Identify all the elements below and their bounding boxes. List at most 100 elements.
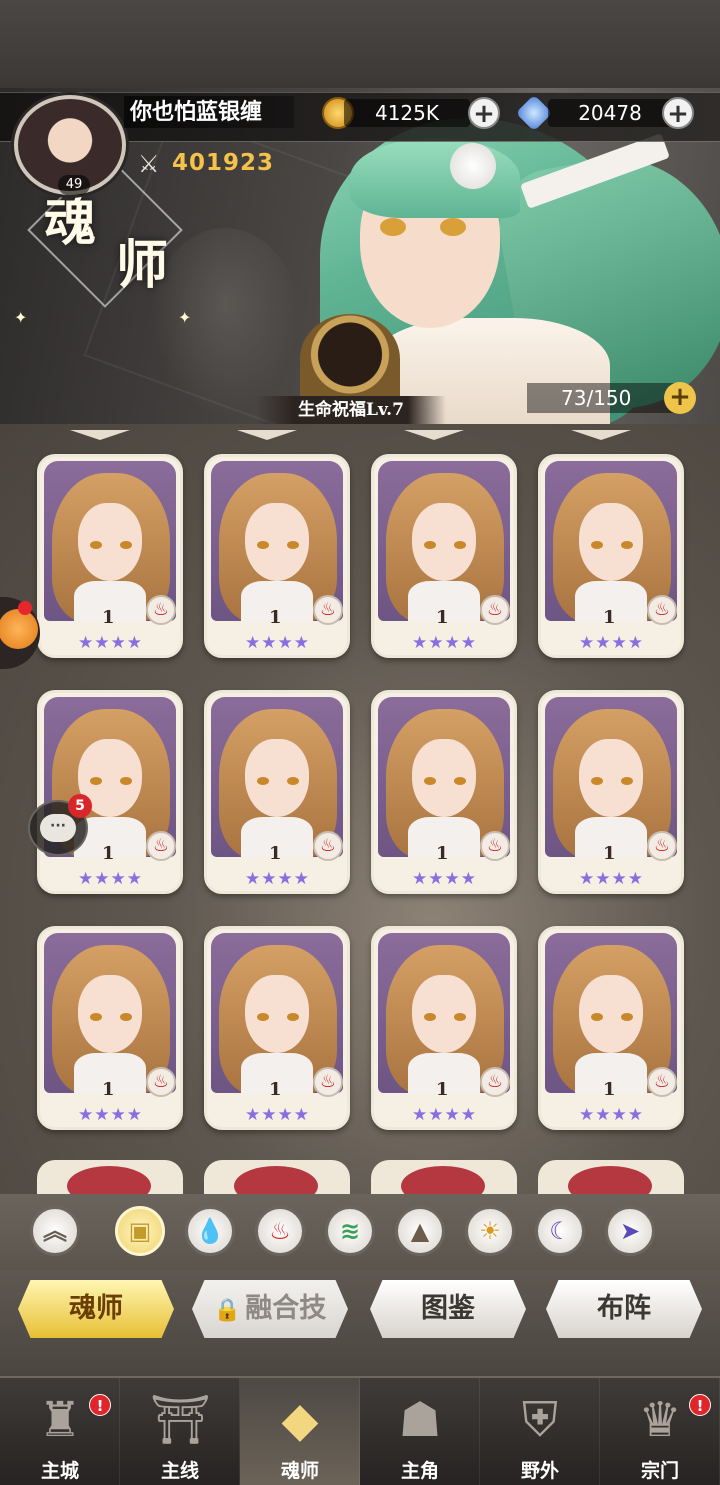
nav-label: 宗门	[640, 1460, 679, 1482]
status-bar-area	[0, 0, 720, 88]
castle-icon: ♜	[38, 1392, 82, 1448]
blessing-emblem[interactable]	[300, 314, 400, 404]
sun-icon[interactable]: ☀	[465, 1206, 515, 1256]
character-card[interactable]: 1 ♨ ★★★★	[538, 454, 684, 658]
chat-unread-badge: 5	[68, 794, 92, 818]
add-gems-button[interactable]: +	[662, 97, 694, 129]
star-rating: ★★★★	[579, 869, 644, 889]
player-name: 你也怕蓝银缠	[124, 96, 294, 128]
tab-fusion-skill[interactable]: 🔒 融合技	[192, 1280, 348, 1338]
fire-icon: ♨	[647, 1067, 677, 1097]
crossed-swords-icon: ⚔	[138, 150, 160, 178]
fire-icon: ♨	[313, 1067, 343, 1097]
gate-icon: ⛩	[150, 1392, 211, 1448]
notification-dot	[18, 601, 32, 615]
tab-label: 图鉴	[421, 1293, 475, 1324]
nav-label: 主城	[40, 1460, 79, 1482]
star-rating: ★★★★	[412, 869, 477, 889]
character-level: 1	[436, 1079, 449, 1100]
shield-sword-icon: ⛨	[521, 1392, 558, 1448]
moon-icon[interactable]: ☾	[535, 1206, 585, 1256]
character-card[interactable]: 1 ♨ ★★★★	[37, 926, 183, 1130]
gem-amount: 20478	[548, 99, 672, 127]
roster-capacity: 73/150	[527, 383, 677, 413]
character-level: 1	[436, 607, 449, 628]
add-gold-button[interactable]: +	[468, 97, 500, 129]
wind-icon[interactable]: ≋	[325, 1206, 375, 1256]
fire-icon: ♨	[146, 1067, 176, 1097]
character-level: 1	[603, 607, 616, 628]
character-card[interactable]: 1 ♨ ★★★★	[204, 690, 350, 894]
character-level: 1	[269, 607, 282, 628]
nav-label: 主线	[160, 1460, 199, 1482]
fire-icon: ♨	[313, 595, 343, 625]
star-rating: ★★★★	[78, 869, 143, 889]
character-card[interactable]: 1 ♨ ★★★★	[371, 690, 517, 894]
character-card[interactable]: 1 ♨ ★★★★	[204, 926, 350, 1130]
hooded-figure-icon: ☗	[398, 1392, 442, 1448]
fire-icon: ♨	[647, 831, 677, 861]
lock-icon: 🔒	[213, 1297, 242, 1323]
character-card[interactable]: 1 ♨ ★★★★	[37, 454, 183, 658]
nav-label: 主角	[400, 1460, 439, 1482]
fire-icon: ♨	[480, 1067, 510, 1097]
character-level: 1	[436, 843, 449, 864]
star-rating: ★★★★	[78, 633, 143, 653]
fire-icon: ♨	[647, 595, 677, 625]
nav-protagonist[interactable]: ☗ 主角	[360, 1378, 480, 1485]
tab-label: 融合技	[245, 1293, 327, 1324]
character-card[interactable]: 1 ♨ ★★★★	[538, 690, 684, 894]
blessing-level[interactable]: 生命祝福Lv.7	[256, 396, 446, 424]
character-level: 1	[603, 843, 616, 864]
character-card[interactable]: 1 ♨ ★★★★	[538, 926, 684, 1130]
fire-icon: ♨	[146, 831, 176, 861]
character-card[interactable]: 1 ♨ ★★★★	[371, 926, 517, 1130]
character-level: 1	[269, 1079, 282, 1100]
fire-icon: ♨	[146, 595, 176, 625]
sparkle-icon: ✦	[14, 308, 28, 327]
star-rating: ★★★★	[579, 633, 644, 653]
star-rating: ★★★★	[245, 1105, 310, 1125]
crystal-icon: ◆	[281, 1392, 319, 1448]
expand-capacity-button[interactable]: +	[664, 382, 696, 414]
star-rating: ★★★★	[245, 869, 310, 889]
character-card[interactable]: 1 ♨ ★★★★	[371, 454, 517, 658]
fire-icon: ♨	[313, 831, 343, 861]
arrow-icon[interactable]: ➤	[605, 1206, 655, 1256]
pet-icon	[0, 609, 38, 649]
star-rating: ★★★★	[412, 1105, 477, 1125]
tab-formation[interactable]: 布阵	[546, 1280, 702, 1338]
nav-label: 魂师	[280, 1460, 319, 1482]
gem-currency: 20478 +	[515, 94, 698, 132]
character-level: 1	[269, 843, 282, 864]
mountain-icon[interactable]: ▲	[395, 1206, 445, 1256]
fire-icon: ♨	[480, 831, 510, 861]
tab-label: 布阵	[597, 1293, 651, 1324]
box-icon[interactable]: ▣	[115, 1206, 165, 1256]
player-avatar[interactable]: 49	[14, 95, 126, 195]
star-rating: ★★★★	[78, 1105, 143, 1125]
gold-amount: 4125K	[344, 99, 470, 127]
fire-icon[interactable]: ♨	[255, 1206, 305, 1256]
tab-label: 魂师	[69, 1293, 123, 1324]
character-card[interactable]: 1 ♨ ★★★★	[37, 690, 183, 894]
chat-bubble-icon: ···	[40, 814, 76, 842]
nav-main-line[interactable]: ⛩ 主线	[120, 1378, 240, 1485]
character-card[interactable]: 1 ♨ ★★★★	[204, 454, 350, 658]
character-level: 1	[102, 1079, 115, 1100]
tab-soul-master[interactable]: 魂师	[18, 1280, 174, 1338]
water-icon[interactable]: 💧	[185, 1206, 235, 1256]
character-level: 1	[102, 843, 115, 864]
nav-soul-master[interactable]: ◆ 魂师	[240, 1378, 360, 1485]
nav-label: 野外	[520, 1460, 559, 1482]
tab-codex[interactable]: 图鉴	[370, 1280, 526, 1338]
character-level: 1	[603, 1079, 616, 1100]
star-rating: ★★★★	[245, 633, 310, 653]
combat-power: 401923	[172, 150, 275, 176]
title-char-2: 师	[116, 235, 169, 296]
player-level: 49	[58, 175, 90, 195]
nav-wild[interactable]: ⛨ 野外	[480, 1378, 600, 1485]
chevron-up-icon[interactable]: ︽	[30, 1206, 80, 1256]
star-rating: ★★★★	[579, 1105, 644, 1125]
fire-icon: ♨	[480, 595, 510, 625]
